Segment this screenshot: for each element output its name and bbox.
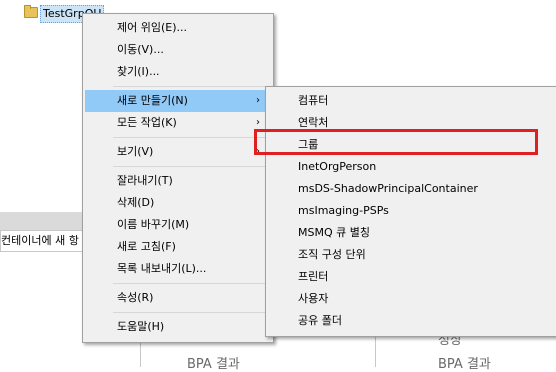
menu-item-delegate-control[interactable]: 제어 위임(E)... [85,17,271,39]
menu-item-delete[interactable]: 삭제(D) [85,192,271,214]
submenu-item-user[interactable]: 사용자 [268,288,554,310]
menu-item-help[interactable]: 도움말(H) [85,316,271,338]
submenu-item-msimaging-psps[interactable]: msImaging-PSPs [268,200,554,222]
submenu-item-computer[interactable]: 컴퓨터 [268,90,554,112]
menu-item-all-tasks[interactable]: 모든 작업(K) › [85,112,271,134]
new-submenu: 컴퓨터 연락처 그룹 InetOrgPerson msDS-ShadowPrin… [265,86,556,337]
submenu-item-inetorgperson[interactable]: InetOrgPerson [268,156,554,178]
menu-item-cut[interactable]: 잘라내기(T) [85,170,271,192]
menu-item-all-tasks-label: 모든 작업(K) [117,116,177,129]
submenu-item-msmq-queue-alias[interactable]: MSMQ 큐 별칭 [268,222,554,244]
submenu-item-organizational-unit[interactable]: 조직 구성 단위 [268,244,554,266]
menu-item-new[interactable]: 새로 만들기(N) › [85,90,271,112]
menu-separator [113,312,270,313]
submenu-item-msds-shadowprincipalcontainer[interactable]: msDS-ShadowPrincipalContainer [268,178,554,200]
context-menu: 제어 위임(E)... 이동(V)... 찾기(I)... 새로 만들기(N) … [82,13,274,343]
menu-item-view-label: 보기(V) [117,145,154,158]
menu-item-export-list[interactable]: 목록 내보내기(L)... [85,258,271,280]
menu-item-move[interactable]: 이동(V)... [85,39,271,61]
menu-item-rename[interactable]: 이름 바꾸기(M) [85,214,271,236]
menu-separator [113,283,270,284]
menu-item-view[interactable]: 보기(V) › [85,141,271,163]
menu-separator [113,137,270,138]
submenu-item-shared-folder[interactable]: 공유 폴더 [268,310,554,332]
lower-pane-header: 컨테이너에 새 항 [0,230,92,252]
bpa-label-right: BPA 결과 [438,357,491,372]
menu-separator [113,166,270,167]
menu-item-find[interactable]: 찾기(I)... [85,61,271,83]
menu-item-new-label: 새로 만들기(N) [117,94,188,107]
menu-separator [113,86,270,87]
emphasis-box [254,129,538,155]
menu-item-refresh[interactable]: 새로 고침(F) [85,236,271,258]
folder-icon [24,5,38,18]
menu-item-properties[interactable]: 속성(R) [85,287,271,309]
bpa-label-left: BPA 결과 [187,357,240,372]
chevron-right-icon: › [256,95,260,106]
submenu-item-printer[interactable]: 프린터 [268,266,554,288]
